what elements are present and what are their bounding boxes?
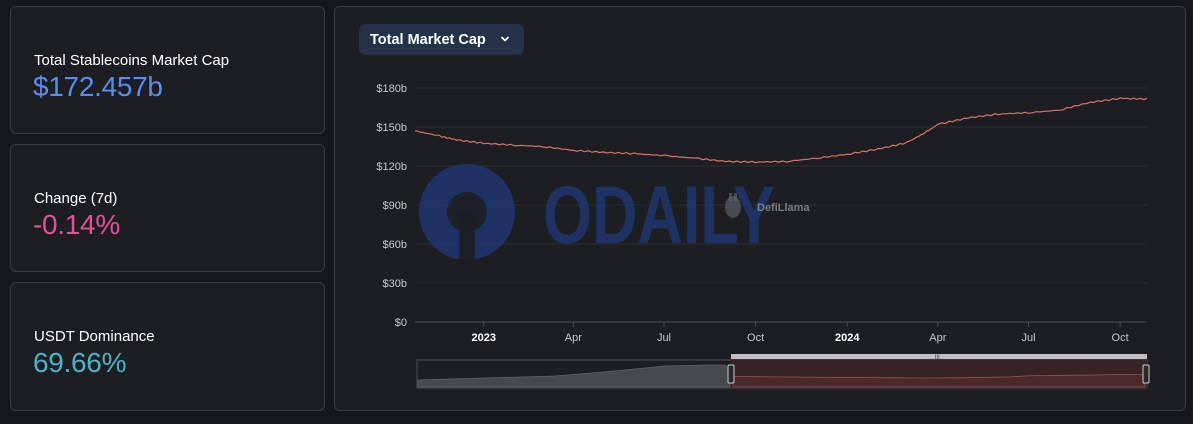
y-tick-label: $0 bbox=[395, 317, 407, 329]
total-market-cap-value: $172.457b bbox=[33, 71, 163, 102]
total-market-cap-card: Total Stablecoins Market Cap $172.457b bbox=[10, 6, 325, 134]
watermark: ODAILY DefiLlama bbox=[419, 164, 810, 261]
x-tick-label: 2023 bbox=[471, 332, 495, 344]
y-axis: $180b $150b $120b $90b $60b $30b $0 bbox=[376, 83, 407, 329]
y-tick-label: $150b bbox=[376, 122, 407, 134]
change-7d-value: -0.14% bbox=[33, 209, 120, 240]
usdt-dominance-value: 69.66% bbox=[33, 347, 127, 378]
x-tick-label: 2024 bbox=[835, 332, 860, 344]
x-tick-label: Oct bbox=[1112, 332, 1129, 344]
navigator-right-handle[interactable] bbox=[1142, 364, 1150, 384]
x-tick-label: Oct bbox=[747, 332, 764, 344]
y-tick-label: $30b bbox=[383, 278, 407, 290]
y-tick-label: $90b bbox=[383, 200, 407, 212]
usdt-dominance-card: USDT Dominance 69.66% bbox=[10, 282, 325, 411]
chart-panel: Total Market Cap ODAILY DefiLlama $180b $… bbox=[334, 6, 1186, 411]
total-market-cap-label: Total Stablecoins Market Cap bbox=[34, 52, 230, 69]
scrollbar-grip-icon: ||| bbox=[935, 355, 940, 361]
range-navigator[interactable]: ||| bbox=[416, 354, 1150, 389]
usdt-dominance-label: USDT Dominance bbox=[34, 328, 155, 345]
y-tick-label: $120b bbox=[376, 161, 407, 173]
odaily-wordmark: ODAILY bbox=[543, 170, 775, 261]
market-cap-chart: ODAILY DefiLlama $180b $150b $120b $90b $60b… bbox=[376, 83, 1150, 389]
change-7d-card: Change (7d) -0.14% bbox=[10, 144, 325, 272]
x-tick-label: Jul bbox=[657, 332, 671, 344]
change-7d-label: Change (7d) bbox=[34, 190, 118, 207]
x-axis: 2023 Apr Jul Oct 2024 Apr Jul Oct bbox=[471, 322, 1129, 344]
navigator-left-handle[interactable] bbox=[727, 364, 735, 384]
x-tick-label: Jul bbox=[1021, 332, 1035, 344]
x-tick-label: Apr bbox=[565, 332, 582, 344]
odaily-logo-stem bbox=[459, 212, 475, 260]
x-tick-label: Apr bbox=[929, 332, 946, 344]
defillama-attribution: DefiLlama bbox=[757, 202, 810, 214]
y-tick-label: $60b bbox=[383, 239, 407, 251]
market-cap-line bbox=[414, 97, 1148, 164]
y-tick-label: $180b bbox=[376, 83, 407, 95]
